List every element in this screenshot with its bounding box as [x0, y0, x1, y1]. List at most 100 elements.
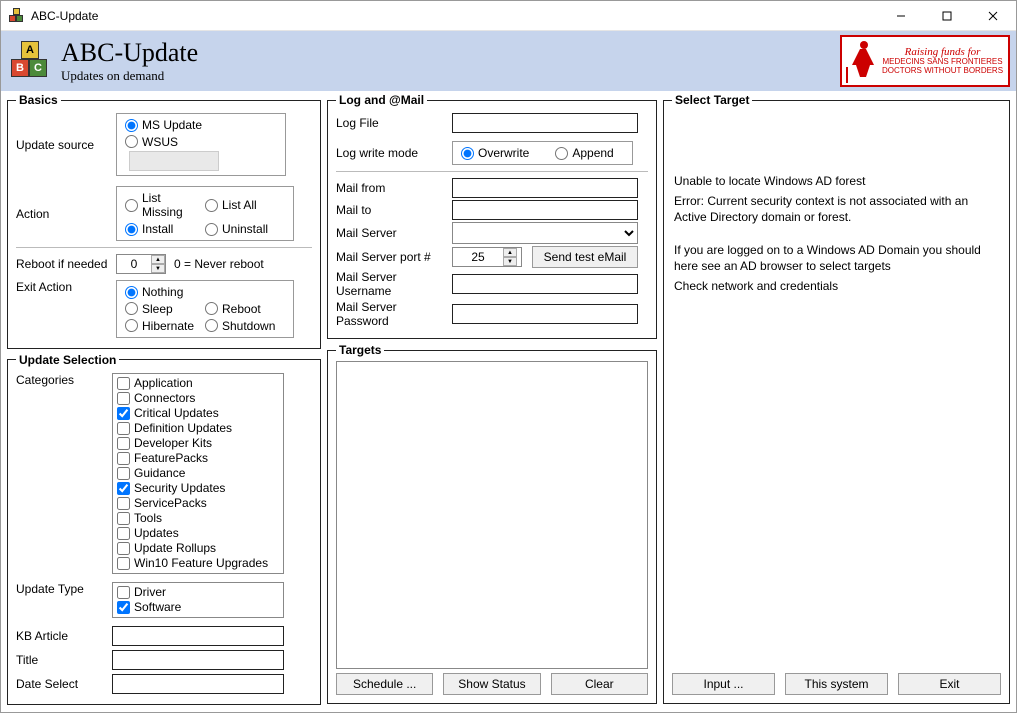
- radio-hibernate[interactable]: Hibernate: [125, 319, 195, 333]
- port-down[interactable]: ▼: [503, 257, 517, 266]
- category-update-rollups[interactable]: Update Rollups: [117, 541, 279, 556]
- show-status-button[interactable]: Show Status: [443, 673, 540, 695]
- category-developer-kits[interactable]: Developer Kits: [117, 436, 279, 451]
- categories-label: Categories: [16, 373, 112, 387]
- updsel-legend: Update Selection: [16, 353, 119, 367]
- categories-list: ApplicationConnectorsCritical UpdatesDef…: [112, 373, 284, 574]
- send-test-button[interactable]: Send test eMail: [532, 246, 638, 268]
- basics-legend: Basics: [16, 93, 61, 107]
- category-application[interactable]: Application: [117, 376, 279, 391]
- port-label: Mail Server port #: [336, 250, 452, 264]
- window-titlebar: ABC-Update: [1, 1, 1016, 31]
- category-win10-feature-upgrades[interactable]: Win10 Feature Upgrades: [117, 556, 279, 571]
- category-critical-updates[interactable]: Critical Updates: [117, 406, 279, 421]
- reboot-spinner[interactable]: ▲▼: [116, 254, 166, 274]
- msg-unable: Unable to locate Windows AD forest: [672, 171, 1001, 191]
- type-software[interactable]: Software: [117, 600, 279, 615]
- targets-listbox[interactable]: [336, 361, 648, 669]
- msf-line2: DOCTORS WITHOUT BORDERS: [882, 67, 1003, 76]
- radio-shutdown[interactable]: Shutdown: [205, 319, 275, 333]
- radio-overwrite[interactable]: Overwrite: [461, 146, 529, 160]
- msg-error: Error: Current security context is not a…: [672, 191, 1001, 227]
- update-type-label: Update Type: [16, 582, 112, 596]
- reboot-hint: 0 = Never reboot: [174, 257, 264, 271]
- radio-uninstall[interactable]: Uninstall: [205, 222, 275, 236]
- kb-input[interactable]: [112, 626, 284, 646]
- action-label: Action: [16, 207, 116, 221]
- kb-label: KB Article: [16, 629, 112, 643]
- wsus-field[interactable]: [129, 151, 219, 171]
- radio-install[interactable]: Install: [125, 222, 195, 236]
- mail-to-label: Mail to: [336, 203, 452, 217]
- category-servicepacks[interactable]: ServicePacks: [117, 496, 279, 511]
- category-connectors[interactable]: Connectors: [117, 391, 279, 406]
- mail-user-label: Mail Server Username: [336, 270, 452, 298]
- msg-check: Check network and credentials: [672, 276, 1001, 296]
- logfile-input[interactable]: [452, 113, 638, 133]
- radio-list-missing[interactable]: List Missing: [125, 191, 195, 219]
- app-subtitle: Updates on demand: [61, 68, 198, 84]
- window-title: ABC-Update: [31, 9, 98, 23]
- close-button[interactable]: [970, 1, 1016, 31]
- minimize-button[interactable]: [878, 1, 924, 31]
- category-tools[interactable]: Tools: [117, 511, 279, 526]
- title-label: Title: [16, 653, 112, 667]
- msf-figure-icon: [842, 37, 882, 85]
- mail-server-select[interactable]: [452, 222, 638, 244]
- msf-banner: Raising funds for MEDECINS SANS FRONTIER…: [840, 35, 1010, 87]
- radio-sleep[interactable]: Sleep: [125, 302, 195, 316]
- mail-from-label: Mail from: [336, 181, 452, 195]
- abc-logo-icon: ABC: [11, 41, 51, 81]
- radio-nothing[interactable]: Nothing: [125, 285, 275, 299]
- date-input[interactable]: [112, 674, 284, 694]
- targets-group: Targets Schedule ... Show Status Clear: [327, 343, 657, 704]
- radio-ms-update[interactable]: MS Update: [125, 118, 202, 132]
- exit-button[interactable]: Exit: [898, 673, 1001, 695]
- radio-reboot[interactable]: Reboot: [205, 302, 275, 316]
- update-source-label: Update source: [16, 138, 116, 152]
- header-banner: ABC ABC-Update Updates on demand Raising…: [1, 31, 1016, 91]
- update-selection-group: Update Selection Categories ApplicationC…: [7, 353, 321, 705]
- radio-wsus[interactable]: WSUS: [125, 135, 178, 149]
- schedule-button[interactable]: Schedule ...: [336, 673, 433, 695]
- log-mail-group: Log and @Mail Log File Log write mode Ov…: [327, 93, 657, 339]
- select-target-group: Select Target Unable to locate Windows A…: [663, 93, 1010, 704]
- types-list: DriverSoftware: [112, 582, 284, 618]
- app-icon: [9, 8, 25, 24]
- log-legend: Log and @Mail: [336, 93, 427, 107]
- category-guidance[interactable]: Guidance: [117, 466, 279, 481]
- date-label: Date Select: [16, 677, 112, 691]
- category-definition-updates[interactable]: Definition Updates: [117, 421, 279, 436]
- port-spinner[interactable]: ▲▼: [452, 247, 522, 267]
- msg-hint: If you are logged on to a Windows AD Dom…: [672, 240, 1001, 276]
- category-security-updates[interactable]: Security Updates: [117, 481, 279, 496]
- mail-pass-label: Mail Server Password: [336, 300, 452, 328]
- reboot-label: Reboot if needed: [16, 257, 116, 271]
- reboot-down[interactable]: ▼: [151, 264, 165, 273]
- clear-button[interactable]: Clear: [551, 673, 648, 695]
- title-input[interactable]: [112, 650, 284, 670]
- mail-to-input[interactable]: [452, 200, 638, 220]
- radio-list-all[interactable]: List All: [205, 191, 275, 219]
- category-featurepacks[interactable]: FeaturePacks: [117, 451, 279, 466]
- radio-append[interactable]: Append: [555, 146, 613, 160]
- type-driver[interactable]: Driver: [117, 585, 279, 600]
- write-mode-label: Log write mode: [336, 146, 452, 160]
- mail-from-input[interactable]: [452, 178, 638, 198]
- targets-legend: Targets: [336, 343, 384, 357]
- port-up[interactable]: ▲: [503, 248, 517, 257]
- mail-server-label: Mail Server: [336, 226, 452, 240]
- reboot-up[interactable]: ▲: [151, 255, 165, 264]
- select-target-legend: Select Target: [672, 93, 752, 107]
- basics-group: Basics Update source MS Update WSUS Acti…: [7, 93, 321, 349]
- exit-action-label: Exit Action: [16, 280, 116, 294]
- maximize-button[interactable]: [924, 1, 970, 31]
- reboot-value[interactable]: [117, 255, 151, 273]
- mail-pass-input[interactable]: [452, 304, 638, 324]
- app-title: ABC-Update: [61, 38, 198, 68]
- this-system-button[interactable]: This system: [785, 673, 888, 695]
- mail-user-input[interactable]: [452, 274, 638, 294]
- category-updates[interactable]: Updates: [117, 526, 279, 541]
- input-button[interactable]: Input ...: [672, 673, 775, 695]
- port-value[interactable]: [453, 248, 503, 266]
